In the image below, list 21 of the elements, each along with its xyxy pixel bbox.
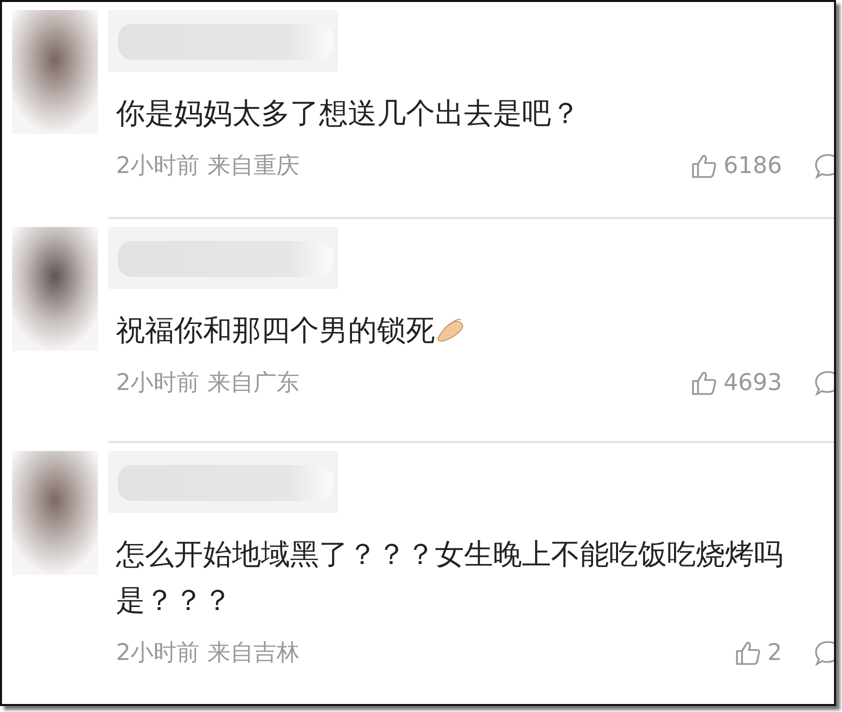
- blurred-avatar[interactable]: [12, 10, 98, 134]
- like-count: 2: [767, 640, 782, 666]
- comment-location: 来自重庆: [208, 152, 300, 181]
- comment-text: 你是妈妈太多了想送几个出去是吧？: [116, 95, 580, 132]
- blurred-avatar[interactable]: [12, 451, 98, 575]
- comment-text: 怎么开始地域黑了？？？女生晚上不能吃饭吃烧烤吗是？？？: [116, 536, 784, 619]
- comment-time: 2小时前: [116, 152, 200, 181]
- comment-time: 2小时前: [116, 369, 200, 398]
- thumbs-up-icon[interactable]: [691, 152, 718, 178]
- thumbs-up-icon[interactable]: [735, 640, 762, 666]
- comment-bubble-icon[interactable]: [814, 370, 834, 396]
- comment-text: 祝福你和那四个男的锁死: [116, 312, 435, 349]
- like-count: 4693: [723, 370, 782, 396]
- comment-bubble-icon[interactable]: [814, 640, 834, 666]
- thumbs-up-icon[interactable]: [691, 370, 718, 396]
- blurred-avatar[interactable]: [12, 227, 98, 351]
- comment-time: 2小时前: [116, 639, 200, 668]
- comment-location: 来自吉林: [208, 639, 300, 668]
- comment-bubble-icon[interactable]: [814, 152, 834, 178]
- comment-location: 来自广东: [208, 369, 300, 398]
- like-count: 6186: [723, 152, 782, 178]
